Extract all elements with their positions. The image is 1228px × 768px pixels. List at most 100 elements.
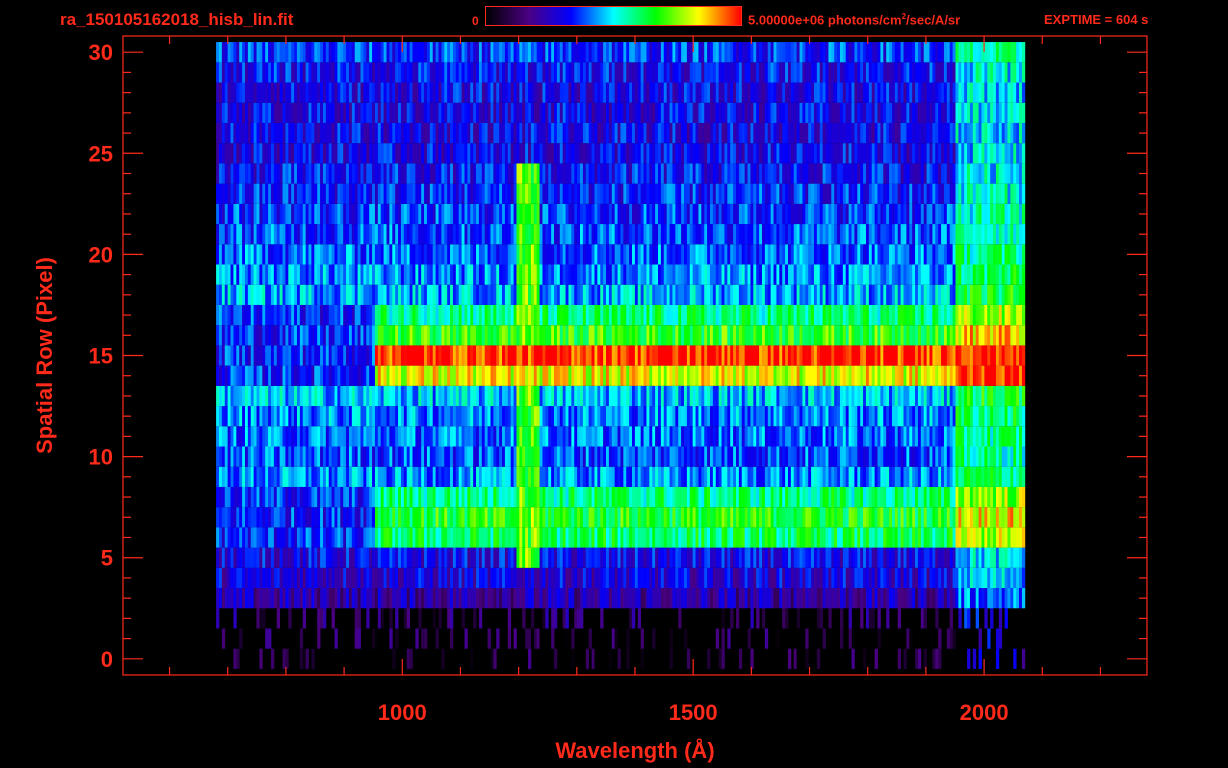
- heatmap-cell: [418, 588, 422, 609]
- heatmap-cell: [1001, 446, 1005, 467]
- heatmap-cell: [487, 406, 491, 427]
- heatmap-cell: [842, 507, 847, 528]
- heatmap-cell: [993, 547, 997, 568]
- heatmap-cell: [649, 345, 653, 366]
- heatmap-cell: [854, 264, 858, 285]
- heatmap-cell: [262, 304, 266, 326]
- heatmap-cell: [834, 507, 838, 528]
- heatmap-cell: [946, 446, 951, 467]
- heatmap-cell: [528, 325, 532, 346]
- heatmap-cell: [779, 466, 783, 487]
- heatmap-cell: [984, 588, 988, 609]
- heatmap-cell: [640, 304, 644, 326]
- heatmap-cell: [516, 446, 520, 467]
- heatmap-cell: [753, 527, 757, 548]
- heatmap-cell: [790, 385, 795, 407]
- heatmap-cell: [559, 264, 564, 285]
- heatmap-cell: [672, 567, 676, 589]
- heatmap-cell: [412, 426, 416, 447]
- heatmap-cell: [692, 446, 696, 467]
- heatmap-cell: [793, 648, 798, 669]
- heatmap-cell: [519, 527, 523, 548]
- heatmap-cell: [374, 588, 379, 609]
- heatmap-cell: [331, 527, 335, 548]
- heatmap-cell: [730, 406, 734, 427]
- heatmap-cell: [822, 365, 826, 386]
- heatmap-cell: [545, 608, 549, 629]
- heatmap-cell: [773, 486, 777, 508]
- heatmap-cell: [802, 527, 806, 548]
- heatmap-cell: [328, 284, 333, 305]
- heatmap-cell: [484, 426, 488, 447]
- heatmap-cell: [452, 345, 457, 366]
- heatmap-cell: [707, 527, 711, 548]
- heatmap-cell: [487, 365, 491, 386]
- heatmap-cell: [380, 325, 385, 346]
- heatmap-cell: [340, 264, 344, 285]
- heatmap-cell: [311, 486, 315, 508]
- heatmap-cell: [1021, 325, 1026, 346]
- heatmap-cell: [502, 466, 506, 487]
- heatmap-cell: [418, 486, 422, 508]
- heatmap-cell: [640, 264, 644, 285]
- heatmap-cell: [548, 365, 552, 386]
- heatmap-cell: [493, 486, 497, 508]
- heatmap-cell: [790, 588, 795, 609]
- heatmap-cell: [695, 325, 699, 346]
- heatmap-cell: [299, 264, 304, 285]
- heatmap-cell: [236, 527, 240, 548]
- heatmap-cell: [828, 446, 832, 467]
- heatmap-cell: [516, 466, 520, 487]
- heatmap-cell: [842, 365, 847, 386]
- heatmap-cell: [799, 385, 803, 407]
- heatmap-cell: [236, 588, 240, 609]
- heatmap-cell: [678, 385, 682, 407]
- heatmap-cell: [695, 507, 699, 528]
- heatmap-cell: [669, 325, 673, 346]
- heatmap-cell: [969, 264, 974, 285]
- heatmap-cell: [340, 406, 344, 427]
- heatmap-cell: [499, 325, 503, 346]
- heatmap-cell: [317, 628, 321, 649]
- heatmap-cell: [724, 365, 728, 386]
- heatmap-cell: [585, 446, 590, 467]
- heatmap-cell: [903, 507, 907, 528]
- heatmap-cell: [938, 284, 942, 305]
- heatmap-cell: [608, 264, 613, 285]
- heatmap-cell: [562, 547, 566, 568]
- heatmap-cell: [842, 527, 847, 548]
- heatmap-cell: [1021, 527, 1026, 548]
- heatmap-cell: [889, 304, 893, 326]
- heatmap-cell: [507, 446, 512, 467]
- heatmap-cell: [476, 567, 480, 589]
- heatmap-cell: [562, 385, 566, 407]
- heatmap-cell: [305, 588, 309, 609]
- heatmap-cell: [672, 304, 676, 326]
- heatmap-cell: [952, 486, 956, 508]
- heatmap-cell: [637, 567, 642, 589]
- heatmap-cell: [660, 426, 665, 447]
- heatmap-cell: [351, 466, 356, 487]
- heatmap-cell: [1001, 588, 1005, 609]
- heatmap-cell: [227, 486, 231, 508]
- heatmap-cell: [259, 567, 263, 589]
- heatmap-cell: [891, 284, 896, 305]
- heatmap-cell: [574, 527, 578, 548]
- heatmap-cell: [949, 507, 954, 528]
- heatmap-cell: [412, 466, 416, 487]
- heatmap-cell: [961, 284, 965, 305]
- heatmap-cell: [577, 304, 581, 326]
- heatmap-cell: [322, 507, 327, 528]
- heatmap-cell: [958, 406, 962, 427]
- heatmap-cell: [889, 264, 893, 285]
- heatmap-cell: [819, 284, 824, 305]
- heatmap-cell: [603, 588, 607, 609]
- heatmap-cell: [242, 527, 246, 548]
- heatmap-cell: [265, 527, 269, 548]
- heatmap-cell: [877, 567, 881, 589]
- heatmap-cell: [793, 345, 798, 366]
- heatmap-cell: [372, 264, 376, 285]
- heatmap-cell: [629, 527, 633, 548]
- heatmap-cell: [403, 284, 408, 305]
- heatmap-cell: [400, 527, 405, 548]
